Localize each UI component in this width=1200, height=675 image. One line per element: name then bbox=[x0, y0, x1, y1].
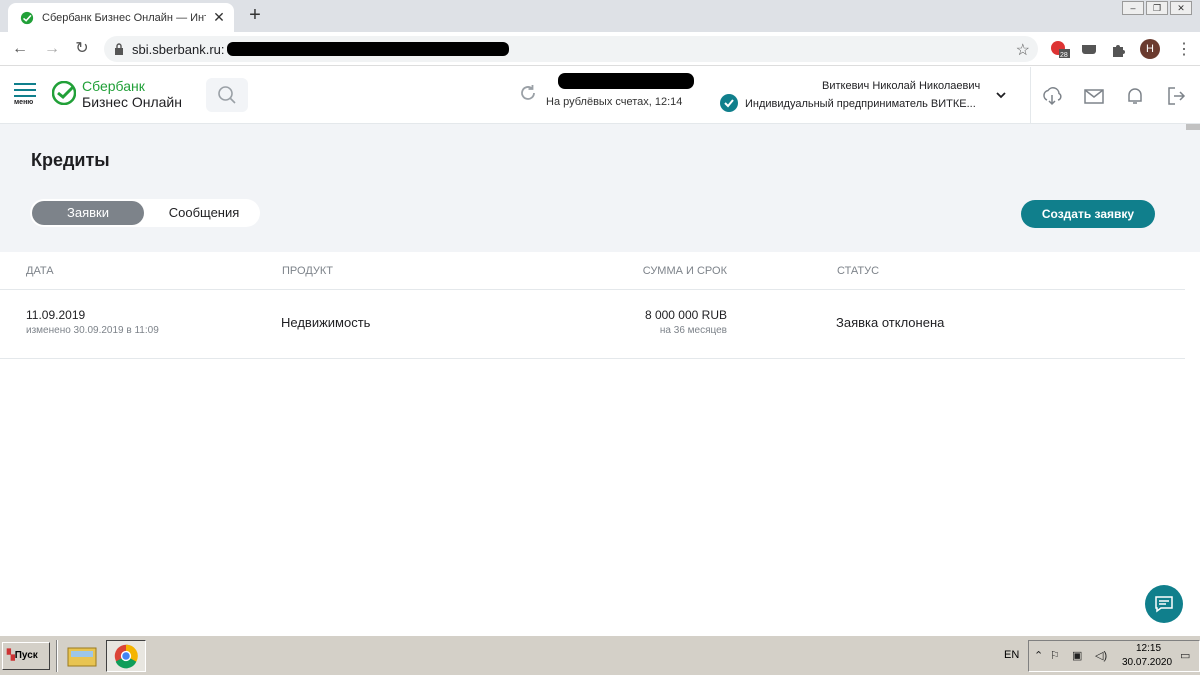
chat-button[interactable] bbox=[1145, 585, 1183, 623]
table-row[interactable]: 11.09.2019 изменено 30.09.2019 в 11:09 Н… bbox=[0, 291, 1185, 359]
browser-tab[interactable]: Сбербанк Бизнес Онлайн — Интер ✕ bbox=[8, 3, 234, 32]
menu-button[interactable]: меню bbox=[14, 83, 38, 106]
redaction-bar bbox=[226, 42, 509, 56]
clock-time[interactable]: 12:15 bbox=[1136, 643, 1161, 654]
tab-title: Сбербанк Бизнес Онлайн — Интер bbox=[42, 11, 206, 24]
url-text: sbi.sberbank.ru: bbox=[132, 41, 225, 57]
close-window-icon[interactable]: ✕ bbox=[1170, 1, 1192, 15]
row-product: Недвижимость bbox=[281, 315, 371, 330]
column-header-product: ПРОДУКТ bbox=[282, 265, 334, 277]
forward-icon[interactable]: → bbox=[42, 39, 62, 59]
table-header: ДАТА ПРОДУКТ СУММА И СРОК СТАТУС bbox=[0, 252, 1185, 290]
organization-name[interactable]: Индивидуальный предприниматель ВИТКЕ... bbox=[745, 98, 976, 110]
profile-avatar[interactable]: Н bbox=[1140, 39, 1160, 59]
create-request-button[interactable]: Создать заявку bbox=[1021, 200, 1155, 228]
reload-icon[interactable]: ↻ bbox=[72, 39, 92, 59]
search-button[interactable] bbox=[206, 78, 248, 112]
hamburger-icon-bar bbox=[14, 95, 36, 97]
browser-toolbar: ← → ↻ sbi.sberbank.ru: ☆ 28 Н ⋮ bbox=[0, 32, 1200, 66]
new-tab-icon[interactable]: + bbox=[244, 4, 266, 27]
row-amount: 8 000 000 RUB bbox=[644, 308, 727, 322]
sberbank-logo-icon bbox=[52, 81, 76, 105]
bookmark-star-icon[interactable]: ☆ bbox=[1016, 40, 1030, 60]
balance-redaction bbox=[558, 73, 694, 89]
menu-label: меню bbox=[14, 99, 34, 106]
page-header-area: Кредиты Заявки Сообщения Создать заявку bbox=[0, 124, 1200, 252]
balance-note: На рублёвых счетах, 12:14 bbox=[546, 96, 683, 108]
back-icon[interactable]: ← bbox=[10, 39, 30, 59]
puzzle-extensions-icon[interactable] bbox=[1110, 40, 1128, 58]
logout-icon[interactable] bbox=[1165, 85, 1187, 107]
segmented-tabs: Заявки Сообщения bbox=[30, 199, 260, 227]
language-indicator[interactable]: EN bbox=[1004, 649, 1019, 661]
verified-check-icon bbox=[720, 94, 738, 112]
sberbank-logo[interactable]: Сбербанк Бизнес Онлайн bbox=[52, 79, 182, 110]
tab-requests[interactable]: Заявки bbox=[32, 201, 144, 225]
tab-close-icon[interactable]: ✕ bbox=[212, 9, 226, 26]
logo-text-product: Бизнес Онлайн bbox=[82, 94, 182, 110]
window-controls: – ❐ ✕ bbox=[1122, 1, 1192, 15]
action-center-flag-icon[interactable]: ⚐ bbox=[1050, 649, 1060, 662]
column-header-amount: СУММА И СРОК bbox=[642, 265, 727, 277]
mail-icon[interactable] bbox=[1083, 85, 1105, 107]
download-icon[interactable] bbox=[1041, 85, 1063, 107]
network-icon[interactable]: ▣ bbox=[1072, 649, 1082, 662]
chevron-down-icon[interactable] bbox=[995, 89, 1007, 101]
hamburger-icon bbox=[14, 83, 36, 85]
chrome-icon[interactable] bbox=[106, 640, 146, 672]
header-divider bbox=[1030, 67, 1031, 124]
column-header-date: ДАТА bbox=[26, 265, 54, 277]
chat-icon bbox=[1155, 596, 1173, 613]
extension-icon[interactable] bbox=[1080, 40, 1098, 58]
scrollbar[interactable] bbox=[1186, 124, 1200, 130]
browser-menu-icon[interactable]: ⋮ bbox=[1176, 39, 1192, 59]
search-icon bbox=[218, 86, 236, 104]
adblock-extension-icon[interactable]: 28 bbox=[1050, 40, 1070, 58]
lock-icon bbox=[115, 43, 123, 55]
row-date: 11.09.2019 bbox=[26, 308, 86, 322]
refresh-balance-icon[interactable] bbox=[518, 83, 538, 103]
taskbar-separator bbox=[56, 640, 58, 672]
row-status: Заявка отклонена bbox=[836, 315, 945, 330]
app-header: меню Сбербанк Бизнес Онлайн На рублёвых … bbox=[0, 67, 1200, 124]
address-bar[interactable]: sbi.sberbank.ru: ☆ bbox=[104, 36, 1038, 62]
start-label: Пуск bbox=[14, 650, 38, 661]
row-modified: изменено 30.09.2019 в 11:09 bbox=[26, 325, 159, 336]
show-desktop-icon[interactable]: ▭ bbox=[1180, 649, 1190, 662]
tray-expand-icon[interactable]: ⌃ bbox=[1034, 649, 1043, 662]
volume-icon[interactable]: ◁) bbox=[1095, 649, 1107, 662]
page-title: Кредиты bbox=[31, 150, 110, 170]
windows-flag-icon: ▚ bbox=[7, 650, 15, 661]
logo-text-bank: Сбербанк bbox=[82, 78, 145, 94]
start-button[interactable]: ▚Пуск bbox=[2, 642, 50, 670]
clock-date[interactable]: 30.07.2020 bbox=[1122, 657, 1172, 668]
browser-tabstrip: Сбербанк Бизнес Онлайн — Интер ✕ + – ❐ ✕ bbox=[0, 0, 1200, 32]
notifications-bell-icon[interactable] bbox=[1124, 85, 1146, 107]
user-name[interactable]: Виткевич Николай Николаевич bbox=[822, 80, 980, 92]
minimize-icon[interactable]: – bbox=[1122, 1, 1144, 15]
hamburger-icon-bar bbox=[14, 89, 36, 91]
windows-taskbar: ▚Пуск EN ⌃ ⚐ ▣ ◁) 12:15 30.07.2020 ▭ bbox=[0, 635, 1200, 675]
restore-icon[interactable]: ❐ bbox=[1146, 1, 1168, 15]
tab-messages[interactable]: Сообщения bbox=[154, 201, 254, 225]
sberbank-favicon-icon bbox=[20, 11, 34, 24]
file-explorer-icon[interactable] bbox=[62, 640, 102, 672]
column-header-status: СТАТУС bbox=[837, 265, 880, 277]
row-term: на 36 месяцев bbox=[659, 325, 727, 336]
extension-badge: 28 bbox=[1060, 52, 1068, 58]
